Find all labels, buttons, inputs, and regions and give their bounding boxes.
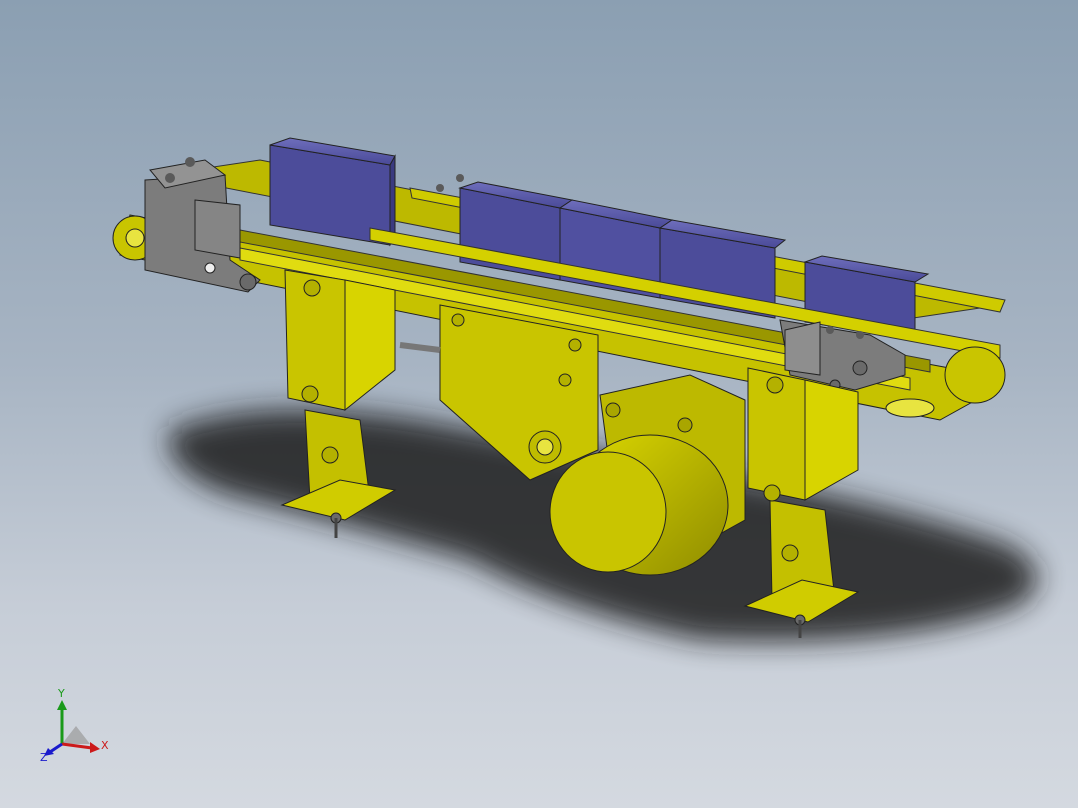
z-axis-label: Z xyxy=(40,751,48,764)
left-leg xyxy=(280,269,397,538)
x-axis-arrow xyxy=(61,742,93,750)
z-axis-arrow xyxy=(49,742,63,754)
graphics-viewport[interactable]: Y X Z xyxy=(0,0,1078,808)
triad-base-icon xyxy=(62,726,90,744)
y-axis-label: Y xyxy=(58,687,65,700)
y-axis-arrowhead xyxy=(57,700,67,710)
conveyor-3d-model[interactable] xyxy=(0,0,1078,808)
coordinate-triad: Y X Z xyxy=(30,686,120,776)
x-axis-label: X xyxy=(101,739,109,752)
x-axis-arrowhead xyxy=(90,742,100,753)
